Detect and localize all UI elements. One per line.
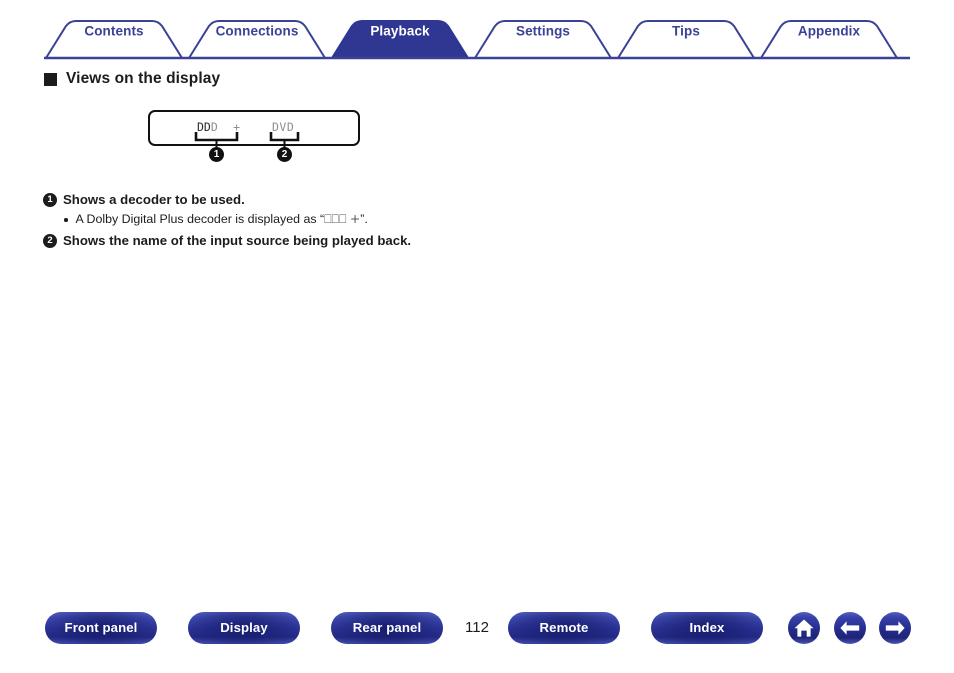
- front-panel-button-label: Front panel: [64, 620, 138, 635]
- callout-marker-2: 2: [277, 147, 292, 162]
- square-bullet-icon: [44, 72, 57, 86]
- bullet-item-1: A Dolby Digital Plus decoder is displaye…: [64, 211, 368, 228]
- back-button[interactable]: [834, 612, 866, 644]
- tab-settings[interactable]: Settings: [516, 24, 570, 39]
- bullet-prefix: A Dolby Digital Plus decoder is displaye…: [75, 212, 325, 226]
- leader-bracket-1: [194, 132, 239, 142]
- note-item-2: 2 Shows the name of the input source bei…: [43, 232, 411, 250]
- rear-panel-button-label: Rear panel: [352, 620, 422, 635]
- bullet-suffix: ”.: [360, 212, 368, 226]
- remote-button-label: Remote: [539, 620, 589, 635]
- tab-appendix[interactable]: Appendix: [798, 24, 860, 39]
- tab-playback[interactable]: Playback: [370, 24, 429, 39]
- note-text-2: Shows the name of the input source being…: [63, 233, 412, 248]
- note-text-1: Shows a decoder to be used.: [63, 192, 245, 207]
- index-button-label: Index: [689, 620, 725, 635]
- bullet-text-1: A Dolby Digital Plus decoder is displaye…: [76, 211, 368, 228]
- leader-bracket-2: [269, 132, 300, 142]
- page-title-text: Views on the display: [66, 70, 221, 87]
- home-button[interactable]: [788, 612, 820, 644]
- arrow-right-icon: [885, 621, 905, 635]
- callout-leader-lines: [194, 132, 300, 147]
- display-button-label: Display: [220, 620, 268, 635]
- page-title: Views on the display: [44, 70, 220, 88]
- next-button[interactable]: [879, 612, 911, 644]
- bullet-dot-icon: [64, 218, 68, 222]
- bullet-glyphs: ⎕⎕⎕: [324, 211, 347, 226]
- callout-group: 1 2: [148, 128, 360, 168]
- footer-nav: Front panel Display Rear panel 112 Remot…: [0, 612, 954, 664]
- display-button[interactable]: Display: [188, 612, 300, 644]
- note-item-1: 1 Shows a decoder to be used.: [43, 191, 245, 209]
- page-number: 112: [465, 619, 489, 636]
- bullet-plus: +: [349, 211, 361, 226]
- index-button[interactable]: Index: [651, 612, 763, 644]
- tab-connections[interactable]: Connections: [216, 24, 299, 39]
- tab-bar: Contents Connections Playback Settings T…: [0, 0, 954, 62]
- tab-tips[interactable]: Tips: [672, 24, 700, 39]
- note-badge-2: 2: [43, 234, 57, 248]
- note-badge-1: 1: [43, 193, 57, 207]
- rear-panel-button[interactable]: Rear panel: [331, 612, 443, 644]
- tab-contents[interactable]: Contents: [84, 24, 143, 39]
- remote-button[interactable]: Remote: [508, 612, 620, 644]
- callout-marker-1: 1: [209, 147, 224, 162]
- home-icon: [794, 619, 814, 637]
- arrow-left-icon: [840, 621, 860, 635]
- front-panel-button[interactable]: Front panel: [45, 612, 157, 644]
